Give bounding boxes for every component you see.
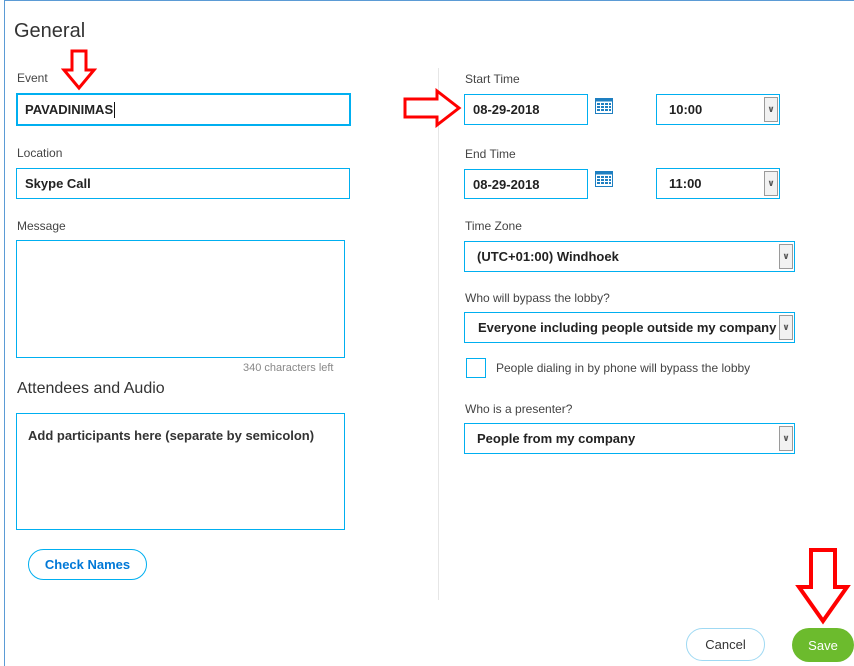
- start-time-value: 10:00: [669, 102, 703, 117]
- presenter-label: Who is a presenter?: [465, 402, 573, 416]
- chevron-down-icon[interactable]: ∨: [779, 426, 793, 451]
- end-time-value: 11:00: [669, 176, 702, 191]
- time-zone-value: (UTC+01:00) Windhoek: [477, 249, 619, 264]
- presenter-value: People from my company: [477, 431, 636, 446]
- down-arrow-icon: [61, 49, 97, 91]
- attendees-placeholder: Add participants here (separate by semic…: [28, 428, 315, 443]
- phone-bypass-checkbox[interactable]: [466, 358, 486, 378]
- calendar-icon[interactable]: [595, 171, 613, 187]
- calendar-icon[interactable]: [595, 98, 613, 114]
- lobby-select[interactable]: Everyone including people outside my com…: [464, 312, 795, 343]
- lobby-label: Who will bypass the lobby?: [465, 291, 610, 305]
- message-label: Message: [17, 219, 66, 233]
- end-date-value: 08-29-2018: [473, 176, 540, 192]
- text-cursor: [114, 101, 116, 118]
- page-title: General: [14, 20, 86, 42]
- event-input[interactable]: PAVADINIMAS: [16, 93, 351, 126]
- check-names-button[interactable]: Check Names: [28, 549, 147, 580]
- phone-bypass-label: People dialing in by phone will bypass t…: [496, 361, 751, 375]
- time-zone-label: Time Zone: [465, 219, 522, 233]
- start-time-label: Start Time: [465, 72, 520, 86]
- characters-left: 340 characters left: [243, 362, 334, 374]
- message-textarea[interactable]: [16, 240, 345, 358]
- attendees-heading: Attendees and Audio: [17, 380, 165, 397]
- start-date-value: 08-29-2018: [473, 102, 540, 117]
- event-value: PAVADINIMAS: [25, 102, 114, 117]
- chevron-down-icon[interactable]: ∨: [764, 171, 778, 196]
- location-label: Location: [17, 146, 63, 160]
- start-time-select[interactable]: 10:00 ∨: [656, 94, 780, 125]
- end-date-input[interactable]: 08-29-2018: [464, 169, 588, 199]
- column-divider: [438, 68, 439, 600]
- presenter-select[interactable]: People from my company ∨: [464, 423, 795, 454]
- event-label: Event: [17, 71, 48, 85]
- lobby-value: Everyone including people outside my com…: [478, 320, 777, 335]
- location-input[interactable]: Skype Call: [16, 168, 350, 199]
- attendees-textarea[interactable]: Add participants here (separate by semic…: [16, 413, 345, 530]
- chevron-down-icon[interactable]: ∨: [779, 244, 793, 269]
- chevron-down-icon[interactable]: ∨: [779, 315, 793, 340]
- end-time-label: End Time: [465, 147, 516, 161]
- time-zone-select[interactable]: (UTC+01:00) Windhoek ∨: [464, 241, 795, 272]
- right-arrow-icon: [403, 88, 462, 128]
- start-date-input[interactable]: 08-29-2018: [464, 94, 588, 125]
- down-arrow-icon: [795, 548, 851, 625]
- chevron-down-icon[interactable]: ∨: [764, 97, 778, 122]
- save-button[interactable]: Save: [792, 628, 854, 662]
- location-value: Skype Call: [25, 176, 91, 191]
- cancel-button[interactable]: Cancel: [686, 628, 765, 661]
- end-time-select[interactable]: 11:00 ∨: [656, 168, 780, 199]
